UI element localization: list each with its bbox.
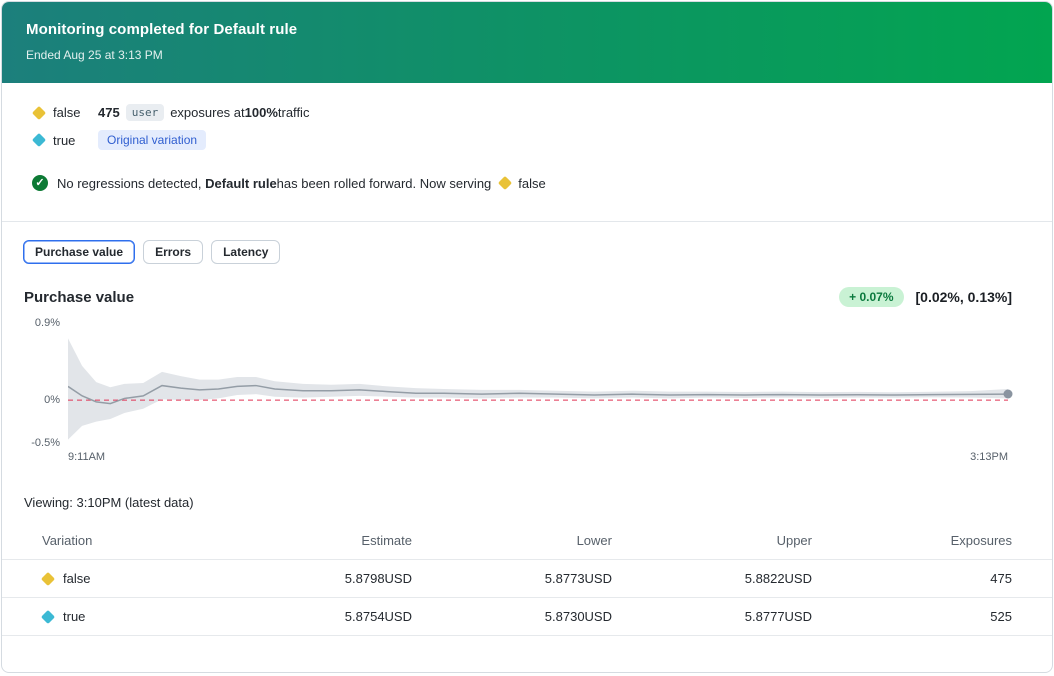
tab-errors[interactable]: Errors [143,240,203,264]
traffic-text: traffic [278,105,310,120]
tab-purchase-value[interactable]: Purchase value [23,240,135,264]
col-variation: Variation [42,533,232,548]
y-tick-bottom: -0.5% [31,437,60,449]
summary-section: false 475 user exposures at 100% traffic… [2,83,1052,191]
exposure-count: 475 [98,105,120,120]
upper-value: 5.8822USD [612,571,812,586]
exposures-value: 475 [812,571,1012,586]
lower-value: 5.8730USD [412,609,612,624]
col-upper: Upper [612,533,812,548]
variation-cell: false [42,571,232,586]
chart-plot [68,323,1008,443]
chart-x-axis: 9:11AM 3:13PM [68,443,1008,463]
exposures-value: 525 [812,609,1012,624]
metric-header: Purchase value + 0.07% [0.02%, 0.13%] [2,264,1052,307]
serving-flag-label: false [518,176,545,191]
banner-title: Monitoring completed for Default rule [26,21,1028,38]
metric-result: + 0.07% [0.02%, 0.13%] [839,287,1012,307]
viewing-status: Viewing: 3:10PM (latest data) [2,463,1052,510]
result-row: ✓ No regressions detected, Default rule … [32,175,1028,191]
latest-point-dot[interactable] [1004,390,1013,399]
flag-false-diamond-icon [32,105,46,119]
unit-badge: user [126,104,165,121]
col-estimate: Estimate [232,533,412,548]
flag-true-diamond-icon [41,609,55,623]
metric-title: Purchase value [24,289,134,306]
y-tick-zero: 0% [44,394,60,406]
table-footer-space [2,636,1052,666]
success-check-icon: ✓ [32,175,48,191]
banner-title-rule-name: Default rule [214,21,298,38]
variation-row-false: false 475 user exposures at 100% traffic [32,104,1028,121]
original-variation-badge: Original variation [98,130,206,150]
delta-badge: + 0.07% [839,287,903,307]
estimate-value: 5.8798USD [232,571,412,586]
monitoring-card: Monitoring completed for Default rule En… [1,1,1053,673]
result-rule-name: Default rule [205,176,277,191]
serving-flag-diamond-icon [498,176,512,190]
table-row-false: false 5.8798USD 5.8773USD 5.8822USD 475 [2,560,1052,598]
banner-subtitle: Ended Aug 25 at 3:13 PM [26,48,1028,62]
result-text-2: has been rolled forward. Now serving [277,176,492,191]
chart-svg [68,323,1008,443]
variation-row-true: true Original variation [32,130,1028,150]
table-header-row: Variation Estimate Lower Upper Exposures [2,522,1052,560]
lower-value: 5.8773USD [412,571,612,586]
metric-tabs: Purchase value Errors Latency [2,222,1052,264]
chart-area: 0.9% 0% -0.5% [24,323,1008,443]
flag-false-label: false [53,105,98,120]
traffic-percent: 100% [245,105,278,120]
variation-cell: true [42,609,232,624]
x-label-end: 3:13PM [970,451,1008,463]
table-row-true: true 5.8754USD 5.8730USD 5.8777USD 525 [2,598,1052,636]
flag-false-diamond-icon [41,571,55,585]
timeseries-chart: 0.9% 0% -0.5% 9:11AM 3:13PM [24,323,1008,463]
col-exposures: Exposures [812,533,1012,548]
col-lower: Lower [412,533,612,548]
banner-title-prefix: Monitoring completed for [26,21,214,38]
confidence-interval-text: [0.02%, 0.13%] [916,289,1013,305]
variation-name: true [63,609,85,624]
x-label-start: 9:11AM [68,451,105,463]
y-tick-top: 0.9% [35,317,60,329]
flag-true-label: true [53,133,98,148]
upper-value: 5.8777USD [612,609,812,624]
result-text-1: No regressions detected, [57,176,202,191]
flag-true-diamond-icon [32,133,46,147]
banner: Monitoring completed for Default rule En… [2,2,1052,83]
tab-latency[interactable]: Latency [211,240,280,264]
exposures-text: exposures at [170,105,244,120]
chart-y-axis: 0.9% 0% -0.5% [24,323,68,443]
results-table: Variation Estimate Lower Upper Exposures… [2,522,1052,666]
estimate-value: 5.8754USD [232,609,412,624]
variation-name: false [63,571,90,586]
